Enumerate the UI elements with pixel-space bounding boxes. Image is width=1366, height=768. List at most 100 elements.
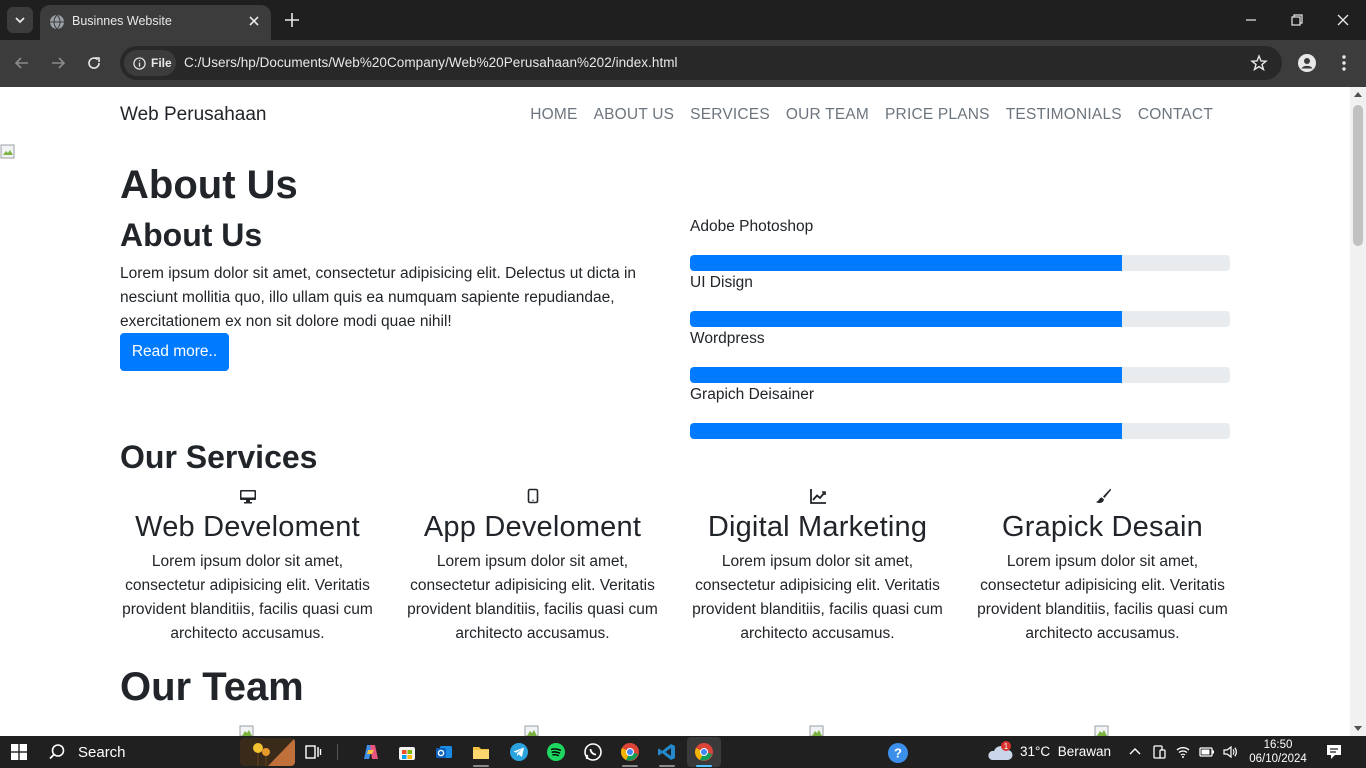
team-photo-broken-icon — [239, 725, 254, 736]
close-tab-icon[interactable] — [246, 13, 262, 29]
tablet-icon — [527, 488, 538, 504]
about-main-heading: About Us — [120, 163, 298, 207]
file-explorer-icon[interactable] — [471, 742, 491, 762]
page-scrollbar[interactable] — [1350, 87, 1366, 736]
clock-time: 16:50 — [1263, 739, 1293, 751]
scroll-down-arrow-icon[interactable] — [1354, 726, 1362, 731]
active-indicator — [696, 765, 712, 767]
nav-link-price-plans[interactable]: PRICE PLANS — [877, 106, 998, 124]
close-window-icon[interactable] — [1335, 12, 1351, 28]
weather-temperature: 31°C — [1020, 744, 1051, 759]
paint-brush-icon — [1095, 488, 1111, 504]
new-tab-icon[interactable] — [283, 11, 301, 29]
skill-item: Wordpress — [690, 330, 1230, 383]
chevron-up-icon[interactable] — [1127, 744, 1143, 760]
services-heading: Our Services — [120, 439, 318, 475]
site-info-chip[interactable]: File — [124, 50, 176, 76]
about-sub-heading: About Us — [120, 217, 263, 253]
running-indicator — [659, 765, 675, 767]
service-title: Digital Marketing — [707, 511, 928, 543]
skill-progress-fill — [690, 367, 1122, 383]
weather-description: Berawan — [1057, 744, 1111, 759]
profile-icon[interactable] — [1297, 53, 1317, 73]
copilot-icon[interactable] — [361, 742, 381, 762]
outlook-icon[interactable] — [434, 742, 454, 762]
search-icon — [49, 744, 65, 760]
nav-link-testimonials[interactable]: TESTIMONIALS — [998, 106, 1130, 124]
browser-tab-strip: Businnes Website — [0, 0, 1366, 40]
skill-label: Grapich Deisainer — [690, 386, 815, 403]
reload-icon[interactable] — [85, 54, 103, 72]
taskbar-search[interactable]: Search — [40, 738, 240, 766]
chevron-down-icon — [15, 17, 25, 24]
skill-progress-bar — [690, 423, 1230, 439]
url-text[interactable]: C:/Users/hp/Documents/Web%20Company/Web%… — [184, 55, 678, 70]
service-title: App Develoment — [423, 511, 642, 543]
weather-cloud-icon[interactable]: 1 — [986, 740, 1014, 764]
nav-link-our-team[interactable]: OUR TEAM — [778, 106, 877, 124]
back-arrow-icon[interactable] — [13, 54, 31, 72]
service-title: Grapick Desain — [1001, 511, 1204, 543]
chrome-active-icon[interactable] — [694, 742, 714, 762]
service-description: Lorem ipsum dolor sit amet, consectetur … — [692, 553, 943, 642]
nav-link-home[interactable]: HOME — [522, 106, 585, 124]
skill-label: Wordpress — [690, 330, 765, 347]
spotify-icon[interactable] — [546, 742, 566, 762]
chrome-icon[interactable] — [620, 742, 640, 762]
skill-progress-fill — [690, 255, 1122, 271]
telegram-icon[interactable] — [509, 742, 529, 762]
page-viewport: Web Perusahaan HOME ABOUT US SERVICES OU… — [0, 87, 1350, 736]
windows-start-icon[interactable] — [11, 744, 27, 760]
nav-link-contact[interactable]: CONTACT — [1130, 106, 1221, 124]
globe-icon — [50, 14, 64, 30]
service-card: Web Develoment Lorem ipsum dolor sit ame… — [120, 487, 375, 646]
tab-title: Businnes Website — [72, 14, 172, 28]
scrollbar-thumb[interactable] — [1353, 105, 1363, 246]
skill-progress-bar — [690, 255, 1230, 271]
tab-search-button[interactable] — [7, 7, 33, 33]
skill-label: UI Disign — [690, 274, 753, 291]
skill-item: Adobe Photoshop — [690, 218, 1230, 271]
phone-link-icon[interactable] — [1151, 744, 1167, 760]
service-card: Grapick Desain Lorem ipsum dolor sit ame… — [975, 487, 1230, 646]
search-highlight-flower-icon[interactable] — [240, 738, 295, 766]
browser-tab-active[interactable]: Businnes Website — [40, 5, 271, 40]
wifi-icon[interactable] — [1175, 744, 1191, 760]
volume-icon[interactable] — [1222, 744, 1238, 760]
taskbar-clock[interactable]: 16:50 06/10/2024 — [1246, 738, 1310, 766]
svg-text:?: ? — [894, 746, 902, 761]
notification-center-icon[interactable] — [1325, 743, 1343, 761]
kebab-menu-icon[interactable] — [1334, 53, 1354, 73]
minimize-icon[interactable] — [1243, 12, 1259, 28]
skill-progress-fill — [690, 311, 1122, 327]
weather-badge-count: 1 — [1004, 742, 1009, 751]
read-more-button[interactable]: Read more.. — [120, 333, 229, 371]
team-photo-broken-icon — [1094, 725, 1109, 736]
whatsapp-icon[interactable] — [583, 742, 603, 762]
nav-link-about-us[interactable]: ABOUT US — [586, 106, 683, 124]
site-chip-label: File — [151, 56, 172, 70]
vscode-icon[interactable] — [657, 742, 677, 762]
taskbar-divider — [337, 744, 338, 760]
windows-taskbar: Search ? 1 31°C Berawan 16:50 06/10/2024 — [0, 736, 1366, 768]
microsoft-store-icon[interactable] — [397, 742, 417, 762]
address-bar[interactable]: File C:/Users/hp/Documents/Web%20Company… — [120, 46, 1282, 80]
help-icon[interactable]: ? — [887, 742, 909, 764]
weather-widget[interactable]: 31°C Berawan — [1020, 744, 1111, 759]
site-navbar: HOME ABOUT US SERVICES OUR TEAM PRICE PL… — [522, 106, 1221, 124]
running-indicator — [622, 765, 638, 767]
task-view-icon[interactable] — [303, 742, 323, 762]
battery-icon[interactable] — [1199, 744, 1215, 760]
info-icon — [133, 56, 146, 70]
forward-arrow-icon[interactable] — [49, 54, 67, 72]
service-title: Web Develoment — [135, 511, 360, 543]
bookmark-star-icon[interactable] — [1250, 54, 1268, 72]
scroll-up-arrow-icon[interactable] — [1354, 92, 1362, 97]
chart-line-icon — [809, 489, 826, 504]
nav-link-services[interactable]: SERVICES — [682, 106, 778, 124]
skill-item: UI Disign — [690, 274, 1230, 327]
site-brand[interactable]: Web Perusahaan — [120, 104, 266, 126]
browser-toolbar: File C:/Users/hp/Documents/Web%20Company… — [0, 40, 1366, 87]
restore-icon[interactable] — [1289, 12, 1305, 28]
clock-date: 06/10/2024 — [1249, 753, 1307, 765]
